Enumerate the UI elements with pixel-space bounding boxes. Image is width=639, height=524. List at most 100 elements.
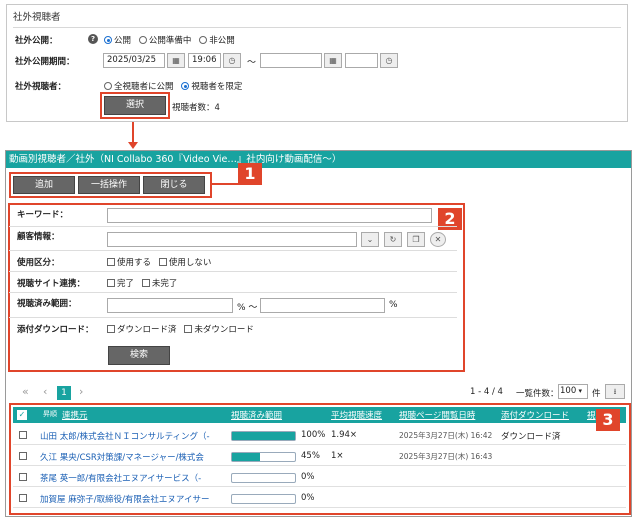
bulk-action-button[interactable]: 一括操作 [78,176,140,194]
clock-icon[interactable]: ◷ [223,53,241,68]
table-row: 加賀屋 麻弥子/取締役/有限会社エヌアイサー 0% [13,488,626,508]
viewer-count: 視聴者数：4 [172,103,220,113]
download-done-checkbox[interactable]: ダウンロード済 [107,325,177,335]
checkbox-icon [107,258,115,266]
select-all-checkbox[interactable]: ✓ [17,410,27,420]
table-row: 山田 太郎/株式会社ＮＩコンサルティング（- 100% 1.94× 2025年3月27… [13,425,626,445]
progress-bar [231,452,296,462]
option-label: 未完了 [151,279,178,289]
clear-icon[interactable]: ✕ [430,232,446,247]
checkbox-icon [107,325,115,333]
reset-icon[interactable]: ↻ [384,232,402,247]
col-speed[interactable]: 平均視聴速度 [331,409,382,421]
publish-option-preparing[interactable]: 公開準備中 [138,36,192,46]
per-page-label: 一覧件数： [516,389,559,399]
download-icon[interactable]: ⭳ [605,384,625,399]
external-viewer-panel: 社外視聴者 社外公開： ? 公開 公開準備中 非公開 社外公開期間： 2025/… [6,4,628,122]
col-download[interactable]: 添付ダウンロード [501,409,569,421]
col-source[interactable]: 連携元 [62,409,88,421]
progress-bar [231,473,296,483]
row-checkbox[interactable] [19,494,27,502]
clock-icon[interactable]: ◷ [380,53,398,68]
per-page-select[interactable]: 100 ▾ [558,384,588,399]
progress-fill [232,432,295,440]
end-time-input[interactable] [345,53,378,68]
row-checkbox[interactable] [19,473,27,481]
divider [13,27,621,28]
first-page-icon[interactable]: « [22,385,29,398]
customer-label: 顧客情報： [17,232,60,242]
range-label: 視聴済み範囲： [17,299,77,309]
site-checkboxes: 完了 未完了 [107,277,182,289]
progress-pct: 100% [301,430,326,440]
select-button[interactable]: 選択 [104,96,166,115]
publish-option-private[interactable]: 非公開 [199,36,235,46]
customer-input[interactable] [107,232,357,247]
option-label: 使用しない [168,258,212,268]
viewed-at: 2025年3月27日(木) 16:42 [399,431,493,440]
viewer-option-limited[interactable]: 視聴者を限定 [181,82,242,92]
radio-selected-icon [181,82,190,90]
prev-page-icon[interactable]: ‹ [43,385,47,398]
next-page-icon[interactable]: › [79,385,83,398]
row-checkbox[interactable] [19,431,27,439]
progress-pct: 45% [301,451,320,461]
start-time-input[interactable]: 19:06 [188,53,221,68]
panel-title: 社外視聴者 [13,12,61,23]
close-button[interactable]: 閉じる [143,176,205,194]
range-min-input[interactable] [107,298,233,313]
col-more[interactable]: 視 [587,409,596,421]
col-progress[interactable]: 視聴済み範囲 [231,409,282,421]
radio-icon [138,36,147,44]
calendar-icon[interactable]: ▦ [324,53,342,68]
connector-line [132,122,134,143]
radio-selected-icon [104,36,112,44]
publish-option-public[interactable]: 公開 [104,36,131,46]
option-label: ダウンロード済 [117,325,177,335]
period-label: 社外公開期間： [15,57,75,67]
option-label: 全視聴者に公開 [114,82,174,92]
source-link[interactable]: 茶尾 英一郎/有限会社エヌアイサービス（- [40,472,201,484]
end-date-input[interactable] [260,53,322,68]
start-date-input[interactable]: 2025/03/25 [103,53,165,68]
download-notdone-checkbox[interactable]: 未ダウンロード [184,325,254,335]
site-notdone-checkbox[interactable]: 未完了 [141,279,178,289]
progress-fill [232,453,261,461]
progress-pct: 0% [301,493,315,503]
add-button[interactable]: 追加 [13,176,75,194]
site-done-checkbox[interactable]: 完了 [107,279,134,289]
search-button[interactable]: 検索 [108,346,170,365]
page-1-button[interactable]: 1 [57,386,71,400]
source-link[interactable]: 加賀屋 麻弥子/取締役/有限会社エヌアイサー [40,493,210,505]
arrow-down-icon [128,142,138,149]
avg-speed: 1.94× [331,430,358,440]
radio-icon [199,36,208,44]
copy-icon[interactable]: ❐ [407,232,425,247]
usage-use-checkbox[interactable]: 使用する [107,258,151,268]
download-label: 添付ダウンロード： [17,325,94,335]
callout-line [212,183,238,185]
help-icon[interactable]: ? [88,34,98,44]
viewer-option-all[interactable]: 全視聴者に公開 [104,82,174,92]
source-link[interactable]: 久江 果央/CSR対策課/マネージャー/株式会 [40,451,204,463]
usage-nouse-checkbox[interactable]: 使用しない [158,258,212,268]
table-header: ✓ 昇順 連携元 視聴済み範囲 平均視聴速度 視聴ページ閲覧日時 添付ダウンロー… [13,407,626,423]
range-max-input[interactable] [260,298,385,313]
row-checkbox[interactable] [19,452,27,460]
publish-label: 社外公開： [15,36,58,46]
download-row: 添付ダウンロード： ダウンロード済 未ダウンロード [9,318,457,340]
download-status: ダウンロード済 [501,432,561,442]
chevron-down-icon[interactable]: ⌄ [361,232,379,247]
keyword-input[interactable] [107,208,432,223]
option-label: 公開準備中 [148,36,192,46]
sort-icon[interactable]: 昇順 [43,409,57,419]
col-viewed-at[interactable]: 視聴ページ閲覧日時 [399,409,475,421]
viewer-list-window: 動画別視聴者／社外（NI Collabo 360『Video Vie…』社内向け… [5,150,632,517]
calendar-icon[interactable]: ▦ [167,53,185,68]
checkbox-icon [141,279,150,287]
usage-row: 使用区分： 使用する 使用しない [9,251,457,272]
range-unit: % [389,300,398,310]
source-link[interactable]: 山田 太郎/株式会社ＮＩコンサルティング（- [40,430,210,442]
site-label: 視聴サイト連携： [17,279,86,289]
keyword-row: キーワード： [9,205,457,227]
